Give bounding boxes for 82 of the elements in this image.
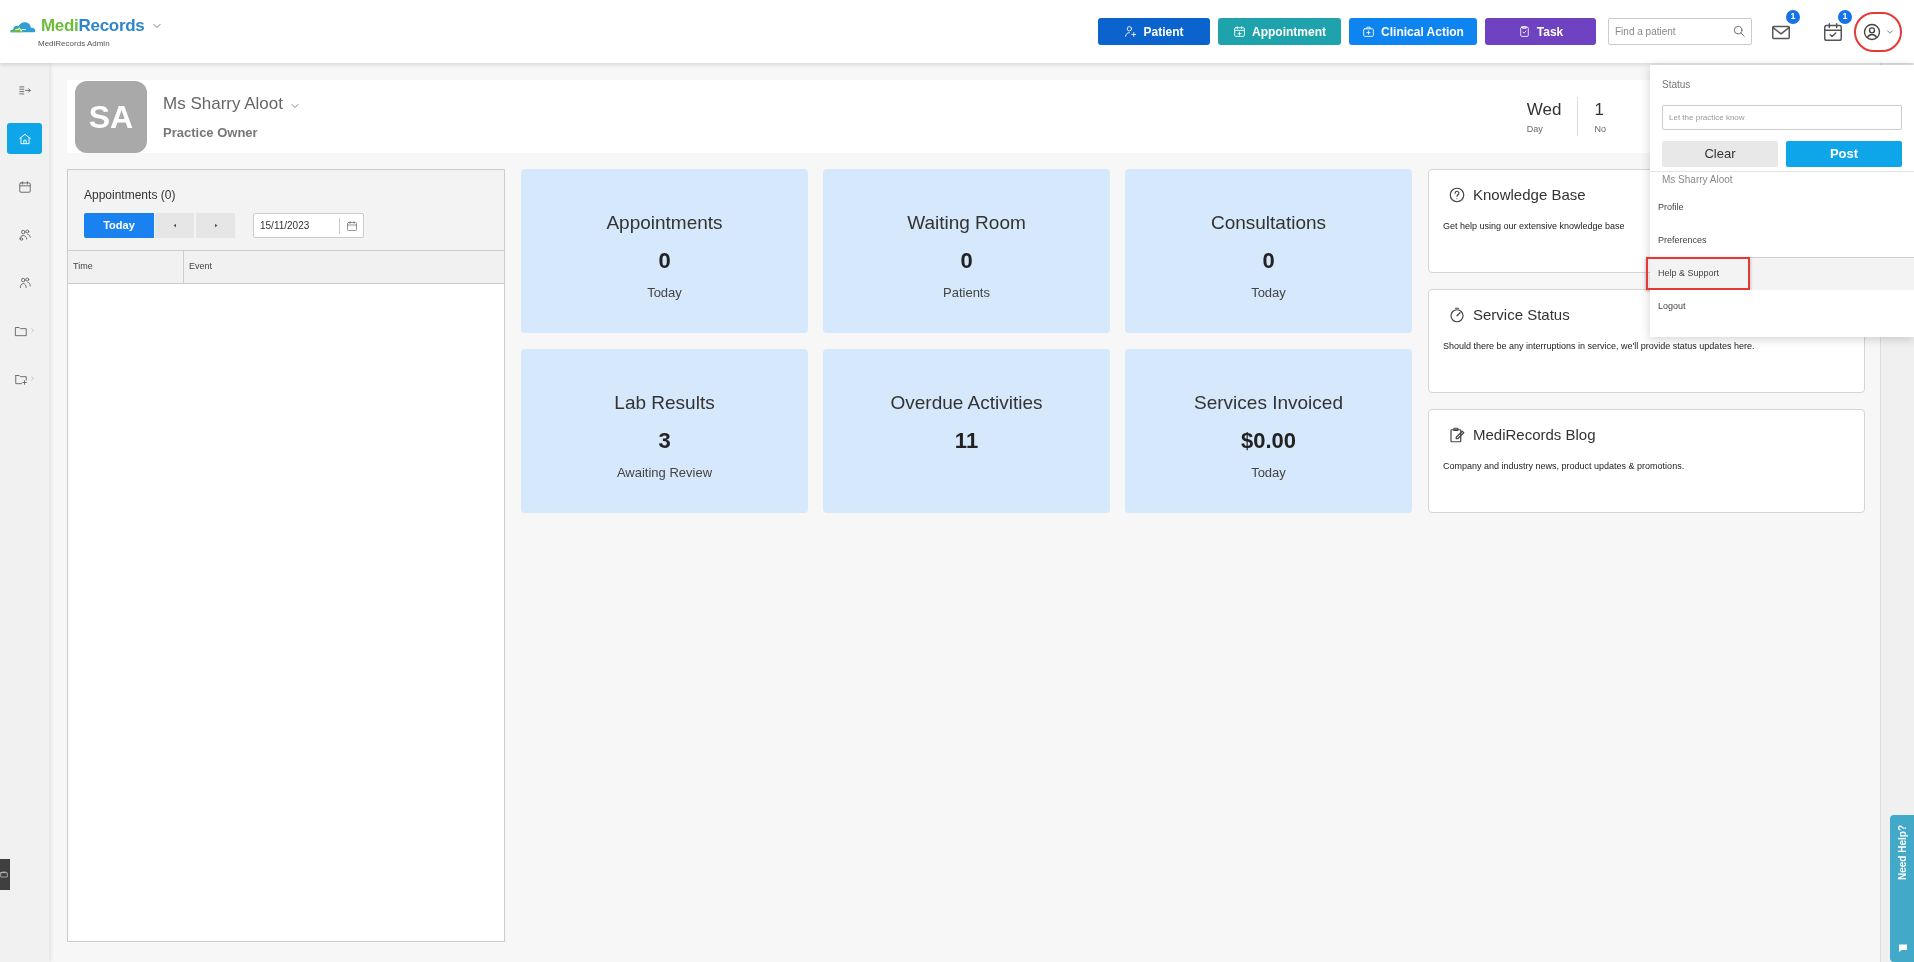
column-header: Time bbox=[68, 251, 184, 283]
user-name: Ms Sharry Aloot bbox=[1661, 173, 1734, 187]
tile-caption: Today bbox=[647, 283, 682, 302]
stat-tile[interactable]: Consultations 0 Today bbox=[1125, 169, 1412, 333]
tile-title: Services Invoiced bbox=[1194, 391, 1343, 415]
date-value: 1 bbox=[1594, 99, 1604, 121]
card-description: Should there be any interruptions in service, we'll provide status updates here. bbox=[1443, 339, 1756, 353]
brand-logo-text: MediRecords bbox=[41, 15, 145, 38]
stat-tile[interactable]: Waiting Room 0 Patients bbox=[823, 169, 1110, 333]
people-icon bbox=[17, 275, 32, 290]
tile-value: 0 bbox=[960, 246, 973, 275]
medical-bag-icon bbox=[1362, 25, 1376, 38]
chevron-right-icon bbox=[28, 374, 36, 383]
stat-tile[interactable]: Services Invoiced $0.00 Today bbox=[1125, 349, 1412, 513]
calendar-plus-icon bbox=[1233, 25, 1246, 38]
tile-value: 0 bbox=[1262, 246, 1275, 275]
tile-value: $0.00 bbox=[1240, 426, 1297, 455]
tile-title: Lab Results bbox=[614, 391, 715, 415]
tile-title: Waiting Room bbox=[907, 211, 1026, 235]
patient-button[interactable]: Patient bbox=[1098, 18, 1210, 45]
menu-item[interactable]: Logout bbox=[1650, 290, 1914, 323]
home-icon bbox=[17, 131, 32, 146]
menu-item[interactable]: Profile bbox=[1650, 191, 1914, 224]
edit-note-icon bbox=[1448, 426, 1466, 445]
calendar-icon bbox=[17, 179, 32, 194]
user-plus-icon bbox=[1124, 25, 1138, 38]
tile-caption: Patients bbox=[943, 283, 990, 302]
triangle-right-icon bbox=[212, 222, 219, 229]
expand-sidebar-icon bbox=[17, 83, 32, 98]
stat-tile[interactable]: Overdue Activities 11 bbox=[823, 349, 1110, 513]
search-icon bbox=[1732, 24, 1746, 38]
tile-title: Appointments bbox=[606, 211, 723, 235]
menu-item[interactable]: Preferences bbox=[1650, 224, 1914, 257]
tile-title: Overdue Activities bbox=[890, 391, 1043, 415]
calendar-check-icon[interactable] bbox=[1822, 20, 1844, 43]
tile-caption: Today bbox=[1251, 463, 1286, 482]
chat-bubble-icon bbox=[1896, 942, 1909, 954]
info-card[interactable]: MediRecords Blog Company and industry news, product updates & promotions. bbox=[1428, 409, 1865, 513]
side-tab[interactable] bbox=[0, 859, 10, 890]
card-description: Company and industry news, product updates & promotions. bbox=[1443, 459, 1686, 473]
status-field[interactable]: Let the practice know bbox=[1662, 105, 1902, 130]
notification-badge: 1 bbox=[1838, 9, 1852, 24]
card-title: Knowledge Base bbox=[1473, 185, 1586, 205]
tile-value: 3 bbox=[658, 426, 671, 455]
avatar: SA bbox=[75, 80, 147, 153]
notification-badge: 1 bbox=[1786, 9, 1800, 24]
task-button[interactable]: Task bbox=[1485, 18, 1596, 45]
user-circle-icon bbox=[1861, 21, 1882, 42]
tile-caption: Awaiting Review bbox=[616, 463, 713, 482]
card-description: Get help using our extensive knowledge base bbox=[1443, 219, 1626, 233]
date-label: Day bbox=[1526, 122, 1543, 136]
need-help-label: Need Help? bbox=[1896, 825, 1909, 880]
tile-caption: Today bbox=[1251, 283, 1286, 302]
search-field[interactable]: Find a patient bbox=[1608, 18, 1752, 45]
calendar-icon[interactable] bbox=[345, 219, 358, 232]
card-title: MediRecords Blog bbox=[1473, 425, 1596, 445]
date-value: Wed bbox=[1526, 99, 1562, 121]
triangle-left-icon bbox=[171, 222, 178, 229]
tile-value: 0 bbox=[658, 246, 671, 275]
clinical-button[interactable]: Clinical Action bbox=[1349, 18, 1477, 45]
tile-title: Consultations bbox=[1210, 211, 1327, 235]
question-circle-icon bbox=[1448, 186, 1466, 205]
tile-value: 11 bbox=[954, 426, 979, 455]
profile-role: Practice Owner bbox=[163, 123, 259, 142]
column-header: Event bbox=[188, 260, 213, 274]
panel-title: Appointments (0) bbox=[84, 187, 177, 204]
chevron-right-icon bbox=[28, 326, 36, 335]
clear-button[interactable]: Clear bbox=[1662, 141, 1778, 167]
stat-tile[interactable]: Lab Results 3 Awaiting Review bbox=[521, 349, 808, 513]
gauge-icon bbox=[1448, 306, 1466, 325]
subtitle: MediRecords Admin bbox=[38, 37, 110, 50]
profile-name: Ms Sharry Aloot bbox=[163, 93, 283, 115]
stat-tile[interactable]: Appointments 0 Today bbox=[521, 169, 808, 333]
sidebar-item[interactable] bbox=[7, 123, 42, 154]
today-button[interactable]: Today bbox=[84, 213, 154, 238]
date-field[interactable]: 15/11/2023 bbox=[253, 213, 364, 238]
clipboard-check-icon bbox=[1517, 25, 1531, 38]
people-icon bbox=[17, 227, 32, 242]
monitor-icon bbox=[0, 869, 8, 880]
date-label: No bbox=[1594, 122, 1606, 136]
card-title: Service Status bbox=[1473, 305, 1570, 325]
status-label: Status bbox=[1662, 78, 1692, 92]
